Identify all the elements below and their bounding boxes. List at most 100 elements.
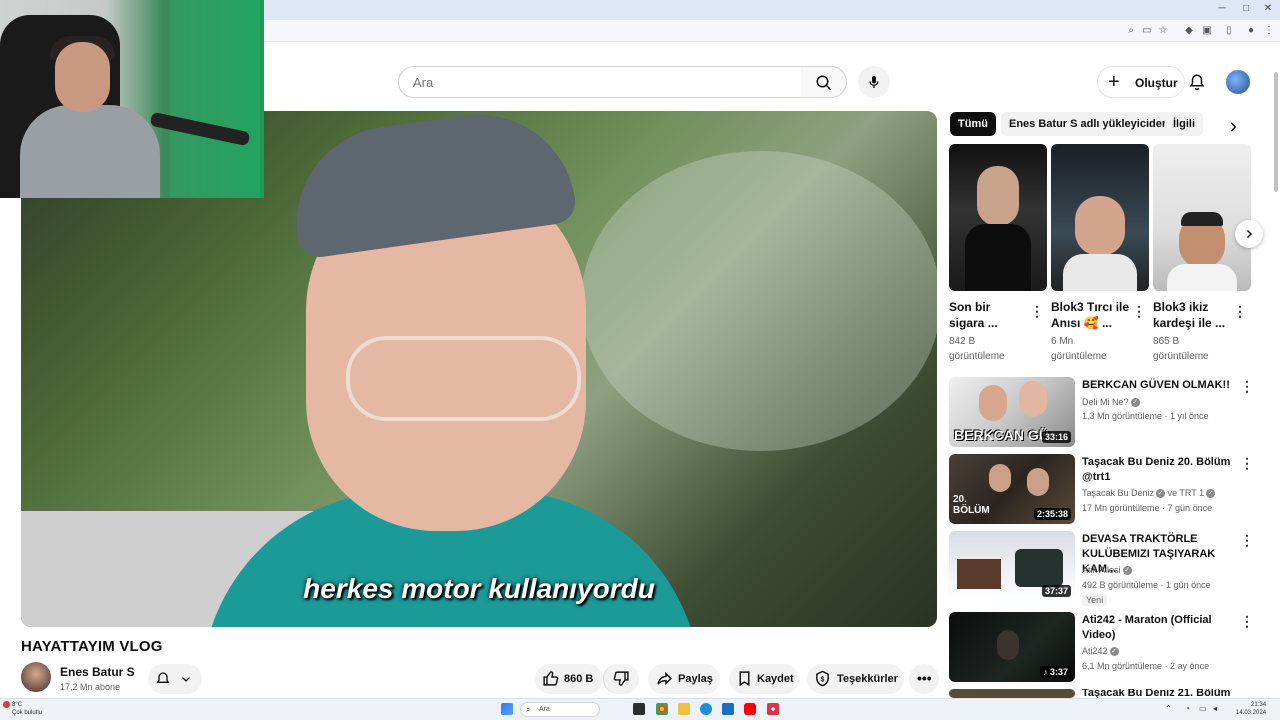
dislike-button[interactable] xyxy=(603,664,639,694)
plus-icon: + xyxy=(1108,71,1120,93)
app-icon[interactable] xyxy=(767,703,779,715)
chevron-right-icon[interactable] xyxy=(1226,120,1240,134)
related-thumbnail[interactable] xyxy=(949,689,1075,698)
short-thumbnail[interactable] xyxy=(1153,144,1251,291)
short-views: 865 B görüntüleme xyxy=(1153,336,1209,362)
start-icon[interactable] xyxy=(501,703,513,715)
chevron-right-icon xyxy=(1246,229,1253,239)
weather-widget[interactable]: 8°C Çok bulutlu xyxy=(12,701,42,717)
related-meta: 17 Mn görüntüleme · 7 gün önce xyxy=(1082,503,1213,513)
chrome-icon[interactable] xyxy=(656,703,668,715)
account-avatar[interactable] xyxy=(1226,70,1250,94)
page-scrollbar[interactable] xyxy=(1272,62,1280,698)
video-subtitle: herkes motor kullanıyordu xyxy=(303,573,655,604)
thumb-cap xyxy=(1181,212,1223,226)
webcam-overlay xyxy=(0,0,264,198)
more-vertical-icon[interactable]: ⋮ xyxy=(1030,303,1044,320)
wifi-icon[interactable]: ◔ xyxy=(1185,704,1190,713)
related-channel[interactable]: Taşacak Bu Deniz ✓ ve TRT 1 ✓ xyxy=(1082,488,1216,499)
subscriber-count: 17,2 Mn abone xyxy=(60,682,121,692)
sidebar-icon[interactable]: ▯ xyxy=(1222,25,1236,36)
notification-dot-icon xyxy=(3,701,10,708)
more-vertical-icon[interactable]: ⋮ xyxy=(1240,455,1254,472)
more-actions-button[interactable]: ••• xyxy=(909,664,939,694)
file-explorer-icon[interactable] xyxy=(678,703,690,715)
related-channel[interactable]: Atik Ailesi ✓ xyxy=(1082,565,1132,576)
like-button[interactable]: 860 B xyxy=(535,664,603,694)
channel-avatar[interactable] xyxy=(21,662,51,692)
store-icon[interactable] xyxy=(722,703,734,715)
zoom-icon[interactable]: ⌕ xyxy=(1124,25,1138,36)
short-thumbnail[interactable] xyxy=(1051,144,1149,291)
related-thumbnail[interactable]: 37:37 xyxy=(949,531,1075,601)
voice-search-button[interactable] xyxy=(858,66,890,98)
more-vertical-icon[interactable]: ⋮ xyxy=(1240,613,1254,630)
save-button[interactable]: Kaydet xyxy=(729,664,799,694)
scrollbar-thumb[interactable] xyxy=(1274,72,1278,192)
profile-icon[interactable]: ● xyxy=(1244,25,1258,36)
related-channel[interactable]: Deli Mi Ne? ✓ xyxy=(1082,397,1140,408)
edge-icon[interactable] xyxy=(700,703,712,715)
search-icon xyxy=(816,75,832,91)
maximize-icon[interactable]: □ xyxy=(1236,3,1256,14)
related-channel[interactable]: Ati242 ✓ xyxy=(1082,646,1119,657)
chip-related[interactable]: İlgili xyxy=(1165,112,1203,136)
battery-icon[interactable]: ▭ xyxy=(1199,704,1207,713)
short-thumbnail[interactable] xyxy=(949,144,1047,291)
thumbnail-text: 20. BÖLÜM xyxy=(953,494,990,516)
streamer-head xyxy=(55,42,110,112)
chip-all[interactable]: Tümü xyxy=(950,112,996,136)
youtube-icon[interactable] xyxy=(744,703,756,715)
task-view-icon[interactable] xyxy=(633,703,645,715)
shorts-next-button[interactable] xyxy=(1235,220,1263,248)
short-title[interactable]: Blok3 Tırcı ile Anısı 🥰 ... xyxy=(1051,299,1131,331)
cast-icon[interactable]: ▭ xyxy=(1140,25,1154,36)
related-thumbnail[interactable]: ♪ 3:37 xyxy=(949,612,1075,682)
related-thumbnail[interactable]: 20. BÖLÜM 2:35:38 xyxy=(949,454,1075,524)
related-thumbnail[interactable]: BERKCAN GÜ 33:16 xyxy=(949,377,1075,447)
short-title[interactable]: Blok3 ikiz kardeşi ile ... xyxy=(1153,299,1233,331)
subscription-bell-button[interactable] xyxy=(148,664,202,694)
search-icon: ⌕ xyxy=(526,705,531,714)
extensions-puzzle-icon[interactable]: ▣ xyxy=(1200,25,1214,36)
thumb-face xyxy=(1075,196,1125,256)
search-input[interactable] xyxy=(413,75,783,90)
short-title[interactable]: Son bir sigara ... xyxy=(949,299,1029,331)
tray-chevron-icon[interactable]: ⌃ xyxy=(1165,704,1172,713)
browser-menu-icon[interactable]: ⋮ xyxy=(1262,25,1276,36)
more-vertical-icon[interactable]: ⋮ xyxy=(1132,303,1146,320)
more-vertical-icon[interactable]: ⋮ xyxy=(1240,378,1254,395)
thumb-tractor xyxy=(1015,549,1063,587)
channel-name[interactable]: Enes Batur S xyxy=(60,665,135,679)
notifications-button[interactable] xyxy=(1181,66,1213,98)
create-button[interactable]: + Oluştur xyxy=(1097,66,1185,98)
like-count: 860 B xyxy=(564,673,594,685)
bell-icon xyxy=(1189,74,1205,91)
extension-icon[interactable]: ◆ xyxy=(1182,25,1196,36)
chip-from-uploader[interactable]: Enes Batur S adlı yükleyiciden xyxy=(1001,112,1177,136)
taskbar-search[interactable]: ⌕ Ara xyxy=(520,702,600,717)
volume-icon[interactable]: ◂ xyxy=(1213,704,1217,713)
channel-label: Deli Mi Ne? xyxy=(1082,397,1129,407)
minimize-icon[interactable]: ─ xyxy=(1212,3,1232,14)
streamer-shirt xyxy=(20,105,160,198)
close-icon[interactable]: ✕ xyxy=(1258,3,1278,14)
svg-text:$: $ xyxy=(821,675,825,683)
search-box[interactable] xyxy=(398,66,802,98)
thumb-face xyxy=(1027,468,1049,496)
short-views: 6 Mn görüntüleme xyxy=(1051,336,1107,362)
video-duration: 37:37 xyxy=(1041,585,1071,597)
thanks-button[interactable]: $ Teşekkürler xyxy=(807,664,904,694)
related-title[interactable]: BERKCAN GÜVEN OLMAK!! xyxy=(1082,378,1237,393)
related-title[interactable]: Ati242 - Maraton (Official Video) xyxy=(1082,613,1237,643)
more-vertical-icon[interactable]: ⋮ xyxy=(1240,532,1254,549)
bookmark-star-icon[interactable]: ☆ xyxy=(1156,25,1170,36)
more-vertical-icon[interactable]: ⋮ xyxy=(1233,303,1247,320)
clock[interactable]: 21:34 14.03.2024 xyxy=(1236,701,1266,717)
thumb-face xyxy=(1019,381,1047,417)
share-button[interactable]: Paylaş xyxy=(648,664,720,694)
search-button[interactable] xyxy=(801,66,847,98)
related-title[interactable]: Taşacak Bu Deniz 20. Bölüm @trt1 xyxy=(1082,455,1237,485)
related-title[interactable]: Taşacak Bu Deniz 21. Bölüm xyxy=(1082,689,1237,698)
vlogger-glasses xyxy=(346,336,581,421)
